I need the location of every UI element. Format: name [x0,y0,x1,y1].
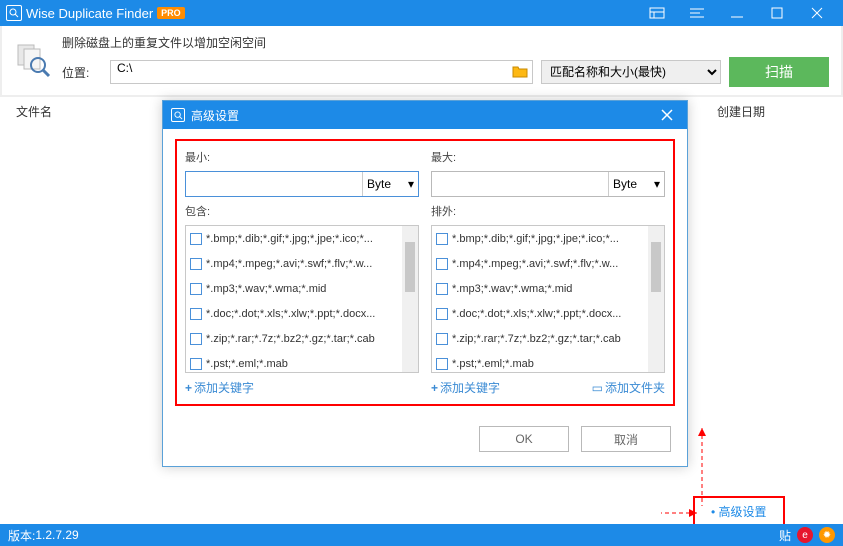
list-item[interactable]: *.mp4;*.mpeg;*.avi;*.swf;*.flv;*.w... [186,251,418,276]
include-pane: 最小: Byte▾ 包含: *.bmp;*.dib;*.gif;*.jpg;*.… [185,149,419,396]
plus-icon: + [185,381,192,395]
header-description: 删除磁盘上的重复文件以增加空闲空间 [62,34,829,51]
add-folder-link[interactable]: ▭添加文件夹 [592,379,665,396]
checkbox[interactable] [436,283,448,295]
checkbox[interactable] [190,358,202,370]
include-list[interactable]: *.bmp;*.dib;*.gif;*.jpg;*.jpe;*.ico;*...… [185,225,419,373]
scrollbar[interactable] [402,226,418,372]
advanced-settings-dialog: 高级设置 最小: Byte▾ 包含: *.bmp;*.dib;*.gif;*.j… [162,100,688,467]
scrollbar[interactable] [648,226,664,372]
checkbox[interactable] [190,283,202,295]
list-item[interactable]: *.doc;*.dot;*.xls;*.xlw;*.ppt;*.docx... [432,301,664,326]
exclude-pane: 最大: Byte▾ 排外: *.bmp;*.dib;*.gif;*.jpg;*.… [431,149,665,396]
cancel-button[interactable]: 取消 [581,426,671,452]
checkbox[interactable] [436,333,448,345]
scan-button[interactable]: 扫描 [729,57,829,87]
list-item[interactable]: *.zip;*.rar;*.7z;*.bz2;*.gz;*.tar;*.cab [186,326,418,351]
plus-icon: + [431,381,438,395]
header-panel: 删除磁盘上的重复文件以增加空闲空间 位置: C:\ 匹配名称和大小(最快) 扫描 [0,26,843,97]
app-title: Wise Duplicate Finder [26,6,153,21]
list-item[interactable]: *.bmp;*.dib;*.gif;*.jpg;*.jpe;*.ico;*... [186,226,418,251]
advanced-settings-box: 高级设置 [693,496,785,527]
max-unit-select[interactable]: Byte▾ [608,172,664,196]
header-logo [14,41,54,81]
column-created[interactable]: 创建日期 [717,103,827,120]
chevron-down-icon: ▾ [408,177,414,191]
weibo-icon[interactable]: e [797,527,813,543]
list-item[interactable]: *.mp3;*.wav;*.wma;*.mid [432,276,664,301]
checkbox[interactable] [190,233,202,245]
min-unit-select[interactable]: Byte▾ [362,172,418,196]
status-bar: 版本: 1.2.7.29 贴 e ✹ [0,524,843,546]
location-label: 位置: [62,64,102,81]
dialog-icon [171,108,185,122]
dialog-title: 高级设置 [191,107,239,124]
advanced-settings-link[interactable]: 高级设置 [711,505,767,519]
ok-button[interactable]: OK [479,426,569,452]
list-item[interactable]: *.doc;*.dot;*.xls;*.xlw;*.ppt;*.docx... [186,301,418,326]
version-label: 版本: [8,527,35,544]
min-size-input[interactable]: Byte▾ [185,171,419,197]
include-label: 包含: [185,203,419,219]
app-icon [6,5,22,21]
highlight-box: 最小: Byte▾ 包含: *.bmp;*.dib;*.gif;*.jpg;*.… [175,139,675,406]
folder-icon: ▭ [592,381,603,395]
checkbox[interactable] [190,258,202,270]
list-item[interactable]: *.mp4;*.mpeg;*.avi;*.swf;*.flv;*.w... [432,251,664,276]
exclude-list[interactable]: *.bmp;*.dib;*.gif;*.jpg;*.jpe;*.ico;*...… [431,225,665,373]
checkbox[interactable] [436,358,448,370]
minimize-button[interactable] [717,0,757,26]
list-item[interactable]: *.mp3;*.wav;*.wma;*.mid [186,276,418,301]
location-input[interactable]: C:\ [110,60,533,84]
settings-icon[interactable]: ✹ [819,527,835,543]
max-label: 最大: [431,149,665,165]
checkbox[interactable] [190,333,202,345]
tieba-link[interactable]: 贴 [779,527,791,544]
lang-button[interactable] [637,0,677,26]
max-size-field[interactable] [432,172,608,196]
checkbox[interactable] [436,233,448,245]
list-item[interactable]: *.pst;*.eml;*.mab [432,351,664,373]
chevron-down-icon: ▾ [654,177,660,191]
add-keyword-link[interactable]: +添加关键字 [185,379,254,396]
checkbox[interactable] [436,258,448,270]
list-item[interactable]: *.zip;*.rar;*.7z;*.bz2;*.gz;*.tar;*.cab [432,326,664,351]
checkbox[interactable] [436,308,448,320]
min-size-field[interactable] [186,172,362,196]
checkbox[interactable] [190,308,202,320]
dialog-close-button[interactable] [655,103,679,127]
exclude-label: 排外: [431,203,665,219]
version-value: 1.2.7.29 [35,528,78,542]
maximize-button[interactable] [757,0,797,26]
max-size-input[interactable]: Byte▾ [431,171,665,197]
dialog-titlebar: 高级设置 [163,101,687,129]
list-item[interactable]: *.pst;*.eml;*.mab [186,351,418,373]
title-bar: Wise Duplicate Finder PRO [0,0,843,26]
add-keyword-link[interactable]: +添加关键字 [431,379,500,396]
match-mode-select[interactable]: 匹配名称和大小(最快) [541,60,721,84]
min-label: 最小: [185,149,419,165]
close-button[interactable] [797,0,837,26]
folder-icon[interactable] [512,64,528,80]
list-item[interactable]: *.bmp;*.dib;*.gif;*.jpg;*.jpe;*.ico;*... [432,226,664,251]
pro-badge: PRO [157,7,185,19]
menu-button[interactable] [677,0,717,26]
